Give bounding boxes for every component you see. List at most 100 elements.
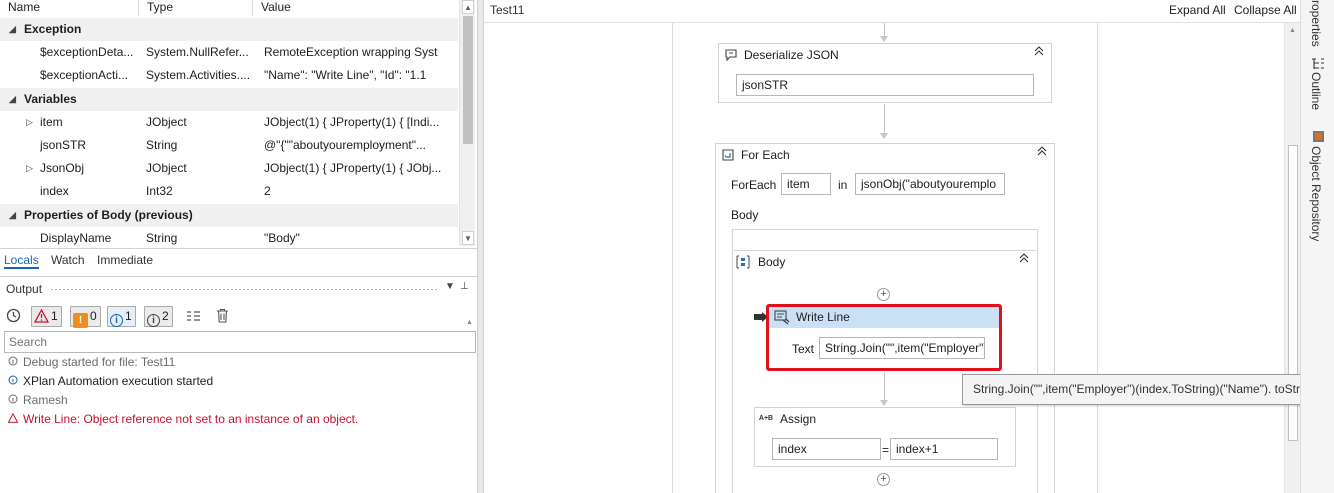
tab-properties[interactable]: roperties — [1309, 0, 1323, 47]
designer-title: Test11 — [490, 3, 525, 17]
for-each-icon — [721, 148, 735, 162]
errors-filter-button[interactable]: 1 — [31, 306, 62, 327]
object-repository-icon[interactable] — [1311, 130, 1325, 142]
collapse-chevron-icon[interactable] — [1018, 251, 1030, 273]
expand-caret-icon[interactable]: ◢ — [9, 88, 16, 111]
collapse-all-link[interactable]: Collapse All — [1234, 3, 1297, 17]
variable-name: DisplayName — [40, 230, 112, 245]
assign-value-field[interactable]: index+1 — [890, 438, 998, 460]
variable-type: String — [146, 138, 178, 152]
variable-row[interactable]: ▷ JsonObj JObject JObject(1) { JProperty(1)… — [0, 157, 458, 180]
column-header-type[interactable]: Type — [139, 0, 253, 16]
scroll-up-arrow-icon[interactable]: ▲ — [462, 0, 474, 14]
scrollbar-thumb[interactable] — [463, 16, 473, 144]
column-header-name[interactable]: Name — [0, 0, 139, 16]
collapse-chevron-icon[interactable] — [1036, 144, 1048, 166]
category-row[interactable]: ◢ Exception — [0, 18, 458, 41]
info-filter-button[interactable]: i1 — [107, 306, 136, 327]
designer-scrollbar[interactable]: ▲ — [1284, 23, 1300, 493]
search-field[interactable] — [4, 331, 476, 353]
foreach-in-label: in — [838, 178, 848, 192]
tab-outline[interactable]: Outline — [1309, 72, 1323, 110]
expression-tooltip: String.Join("",item("Employer")(index.To… — [962, 374, 1333, 405]
expand-caret-icon[interactable]: ◢ — [9, 18, 16, 41]
category-label: Properties of Body (previous) — [24, 207, 193, 222]
output-scroll-up-icon[interactable]: ▲ — [466, 319, 473, 326]
foreach-item-field[interactable]: item — [781, 173, 831, 195]
variable-name: $exceptionDeta... — [40, 45, 134, 60]
body-header[interactable]: Body — [734, 251, 1036, 273]
deserialize-json-input[interactable]: jsonSTR — [736, 74, 1034, 96]
write-line-title: Write Line — [796, 310, 850, 324]
panel-grip[interactable] — [50, 288, 437, 291]
trace-count: 2 — [162, 309, 169, 323]
column-header-value[interactable]: Value — [253, 0, 458, 16]
right-dock: roperties Outline Object Repository — [1300, 0, 1334, 493]
add-activity-plus-icon[interactable]: + — [877, 288, 890, 301]
collapse-chevron-icon[interactable] — [1033, 44, 1045, 66]
clear-trash-icon[interactable] — [216, 308, 229, 326]
dropdown-arrow-icon[interactable]: ▼ — [445, 281, 455, 292]
variable-value: RemoteException wrapping Syst — [264, 45, 438, 60]
variable-row[interactable]: index Int32 2 — [0, 180, 458, 203]
expand-caret-icon[interactable]: ▷ — [26, 111, 33, 134]
foreach-collection-field[interactable]: jsonObj("aboutyouremplo — [855, 173, 1005, 195]
deserialize-json-header[interactable]: Deserialize JSON — [719, 44, 1051, 66]
log-text: Debug started for file: Test11 — [23, 355, 176, 369]
assign-header[interactable]: A+B Assign — [755, 408, 1015, 430]
log-line[interactable]: Ramesh — [8, 391, 68, 409]
variable-row[interactable]: $exceptionActi... System.Activities.... "… — [0, 64, 458, 87]
variable-value: JObject(1) { JProperty(1) { JObj... — [264, 161, 442, 176]
clock-icon[interactable] — [6, 308, 22, 324]
deserialize-json-activity[interactable]: Deserialize JSON jsonSTR — [718, 43, 1052, 103]
output-panel: Output ▼ ⊥ 1 !0 i1 i2 ▲ Debug started fo… — [0, 276, 477, 493]
sequence-icon — [736, 255, 750, 269]
for-each-title: For Each — [741, 148, 790, 162]
assign-icon: A+B — [758, 415, 774, 422]
outline-icon[interactable] — [1311, 58, 1325, 70]
variable-row[interactable]: DisplayName String "Body" — [0, 227, 458, 248]
scroll-down-arrow-icon[interactable]: ▼ — [462, 231, 474, 245]
variable-row[interactable]: jsonSTR String @"{""aboutyouremployment"..… — [0, 134, 458, 157]
variable-name: index — [40, 184, 69, 199]
expand-caret-icon[interactable]: ▷ — [26, 157, 33, 180]
connector-arrow-icon — [880, 400, 888, 406]
category-row[interactable]: ◢ Properties of Body (previous) — [0, 203, 458, 227]
warnings-filter-button[interactable]: ! 0 — [70, 306, 101, 328]
expand-caret-icon[interactable]: ◢ — [9, 204, 16, 227]
write-line-activity[interactable]: Write Line Text String.Join("",item("Emp… — [766, 304, 1002, 371]
trace-filter-button[interactable]: i2 — [144, 306, 173, 327]
pin-icon[interactable]: ⊥ — [460, 281, 469, 292]
tab-immediate[interactable]: Immediate — [97, 251, 153, 269]
variable-value: "Body" — [264, 230, 300, 245]
log-line[interactable]: XPlan Automation execution started — [8, 372, 213, 390]
variable-row[interactable]: ▷ item JObject JObject(1) { JProperty(1) { … — [0, 111, 458, 134]
info-icon: i — [110, 314, 123, 327]
locals-scrollbar[interactable]: ▲ ▼ — [459, 0, 475, 246]
tab-watch[interactable]: Watch — [51, 251, 85, 269]
panel-splitter[interactable] — [477, 0, 484, 493]
log-text: Ramesh — [23, 393, 68, 407]
scroll-up-arrow-icon[interactable]: ▲ — [1289, 27, 1296, 34]
expand-all-link[interactable]: Expand All — [1169, 3, 1226, 17]
tab-locals[interactable]: Locals — [4, 251, 39, 269]
category-row[interactable]: ◢ Variables — [0, 87, 458, 111]
trace-icon — [8, 394, 18, 404]
timestamps-toggle-icon[interactable] — [186, 309, 201, 326]
search-input[interactable] — [5, 332, 475, 352]
tab-object-repository[interactable]: Object Repository — [1309, 146, 1323, 241]
write-line-text-field[interactable]: String.Join("",item("Employer") — [819, 337, 985, 359]
log-line[interactable]: Write Line: Object reference not set to … — [7, 410, 358, 428]
for-each-header[interactable]: For Each — [716, 144, 1054, 166]
body-title: Body — [758, 255, 786, 269]
canvas-border — [672, 23, 673, 493]
assign-activity[interactable]: A+B Assign index = index+1 — [754, 407, 1016, 467]
write-line-header[interactable]: Write Line — [769, 307, 999, 328]
log-line[interactable]: Debug started for file: Test11 — [8, 353, 175, 371]
assign-to-field[interactable]: index — [772, 438, 881, 460]
variable-row[interactable]: $exceptionDeta... System.NullRefer... Remo… — [0, 41, 458, 64]
error-triangle-icon — [33, 308, 50, 324]
connector-line — [884, 104, 885, 134]
variable-value: @"{""aboutyouremployment"... — [264, 138, 426, 152]
add-activity-plus-icon[interactable]: + — [877, 473, 890, 486]
